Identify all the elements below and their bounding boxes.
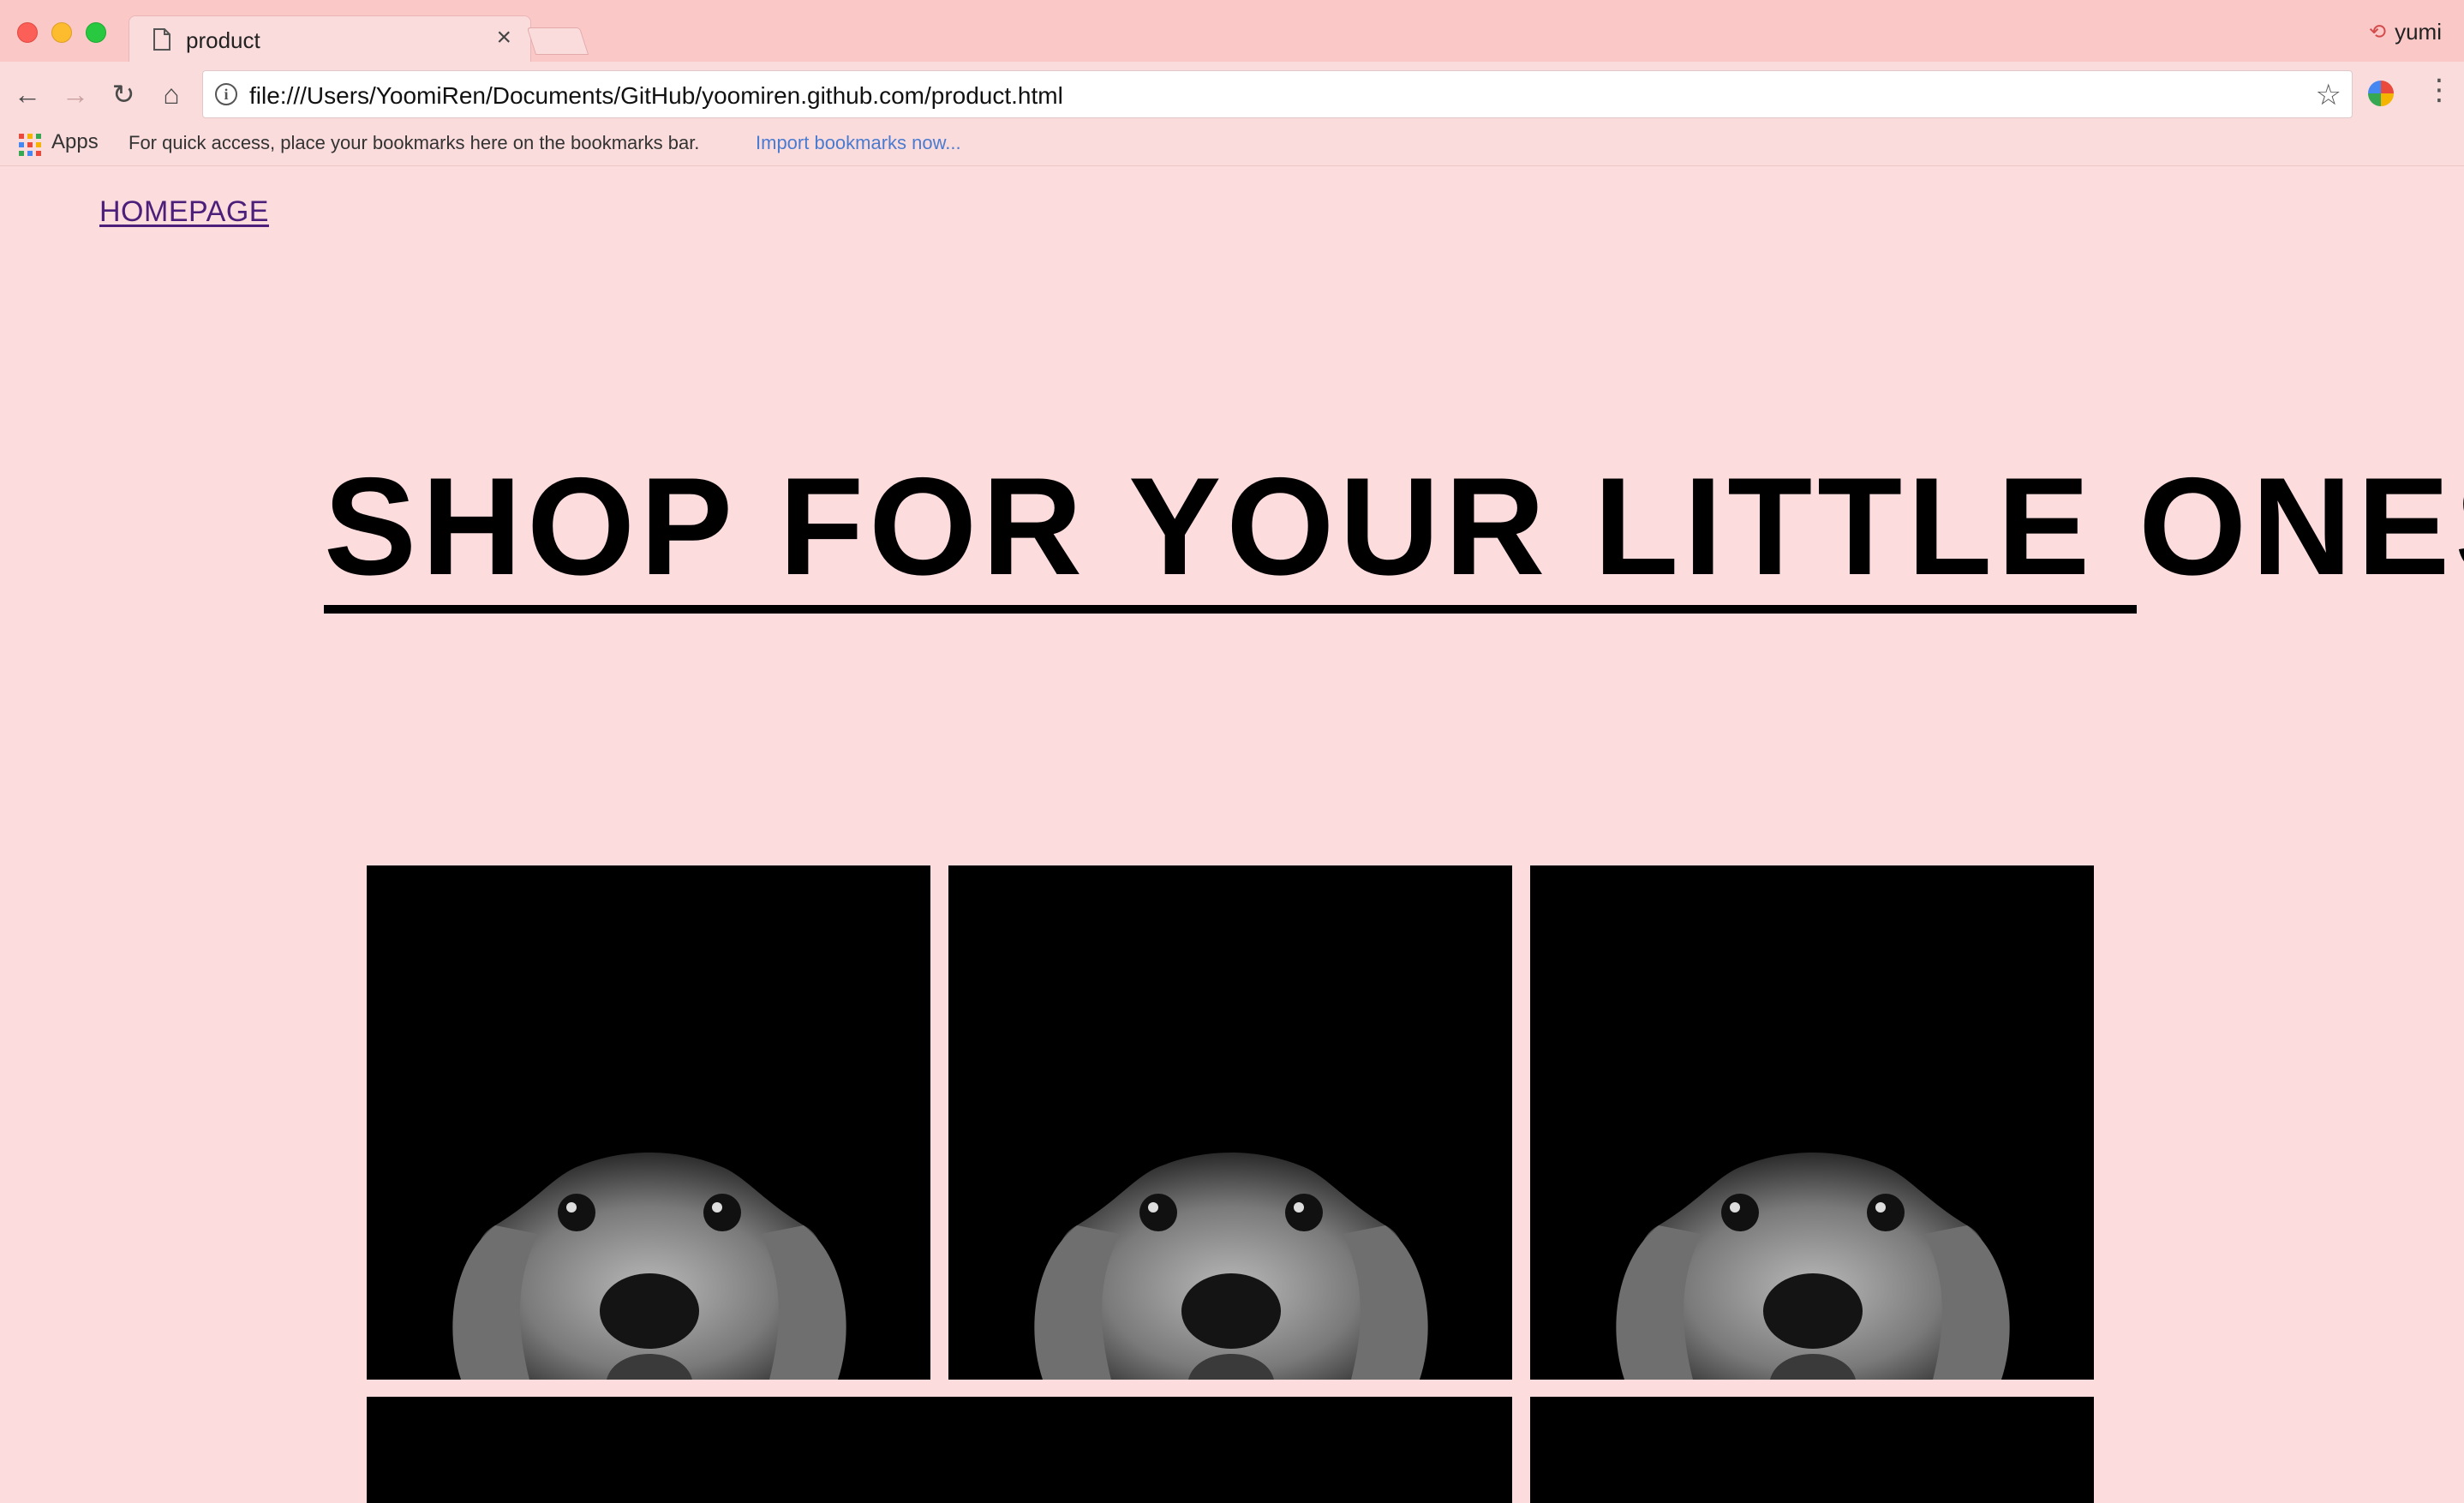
info-icon[interactable]: i [215, 83, 237, 105]
dachshund-photo [1616, 1153, 2010, 1380]
arrow-left-icon: ← [14, 78, 41, 110]
headline-underline [324, 605, 2137, 614]
close-tab-icon[interactable]: × [496, 25, 511, 51]
home-icon: ⌂ [163, 78, 180, 110]
browser-titlebar: product × ⟲ yumi [0, 0, 2464, 63]
product-tile[interactable] [1530, 865, 2094, 1380]
product-tile[interactable] [948, 865, 1512, 1380]
maximize-window-button[interactable] [86, 22, 106, 43]
product-tile[interactable] [1530, 1397, 2094, 1503]
new-tab-button[interactable] [526, 27, 589, 55]
product-tile[interactable] [367, 865, 930, 1380]
forward-button[interactable]: → [58, 77, 93, 111]
dachshund-photo [1034, 1153, 1428, 1380]
apps-link[interactable]: Apps [51, 130, 99, 154]
bookmarks-bar: Apps For quick access, place your bookma… [0, 127, 2464, 166]
homepage-link[interactable]: HOMEPAGE [99, 195, 269, 229]
product-tile-wide[interactable] [367, 1397, 1512, 1503]
browser-toolbar: ← → ↻ ⌂ i file:///Users/YoomiRen/Documen… [0, 62, 2464, 127]
reload-button[interactable]: ↻ [106, 77, 141, 111]
sync-icon: ⟲ [2368, 21, 2387, 44]
arrow-right-icon: → [62, 78, 89, 110]
back-button[interactable]: ← [10, 77, 45, 111]
reload-icon: ↻ [111, 79, 135, 110]
dachshund-photo [452, 1153, 846, 1380]
home-button[interactable]: ⌂ [154, 77, 188, 111]
close-window-button[interactable] [17, 22, 38, 43]
menu-icon[interactable]: ⋮ [2425, 75, 2454, 113]
minimize-window-button[interactable] [51, 22, 72, 43]
profile-button[interactable]: ⟲ yumi [2369, 19, 2442, 45]
import-bookmarks-link[interactable]: Import bookmarks now... [756, 132, 961, 154]
document-icon [153, 28, 170, 51]
page-content: HOMEPAGE SHOP FOR YOUR LITTLE ONES, [0, 166, 2464, 1503]
extension-icon[interactable] [2366, 79, 2395, 108]
profile-name: yumi [2395, 19, 2442, 45]
url-text[interactable]: file:///Users/YoomiRen/Documents/GitHub/… [249, 82, 1063, 110]
tab-title: product [186, 27, 260, 53]
apps-grid-icon[interactable] [19, 134, 41, 156]
bookmarks-hint: For quick access, place your bookmarks h… [129, 132, 700, 153]
browser-tab[interactable]: product × [129, 15, 531, 63]
bookmark-star-icon[interactable]: ☆ [2316, 78, 2341, 112]
page-headline: SHOP FOR YOUR LITTLE ONES, [324, 449, 2464, 604]
address-bar[interactable]: i file:///Users/YoomiRen/Documents/GitHu… [202, 70, 2353, 118]
